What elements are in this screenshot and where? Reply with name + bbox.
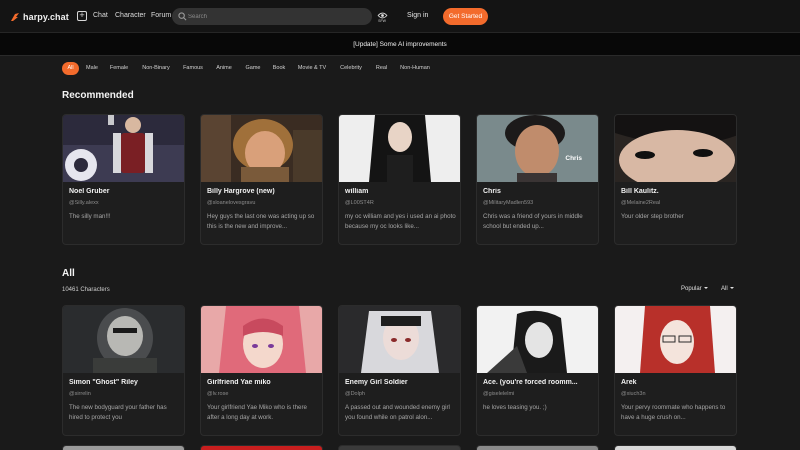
get-started-button[interactable]: Get Started — [443, 8, 488, 25]
creator-handle[interactable]: @Silly.alexx — [69, 200, 99, 206]
character-card[interactable]: Ace. (you're forced roomm... @giselelelm… — [476, 305, 599, 436]
character-avatar — [477, 306, 598, 373]
character-name: Ace. (you're forced roomm... — [483, 379, 578, 386]
creator-handle[interactable]: @xiuch3n — [621, 391, 646, 397]
character-description: A passed out and wounded enemy girl you … — [345, 404, 450, 421]
creator-handle[interactable]: @L00ST4R — [345, 200, 374, 206]
filter-chip-female[interactable]: Female — [106, 62, 132, 75]
character-avatar — [477, 115, 598, 182]
character-avatar — [339, 306, 460, 373]
search-icon — [178, 12, 187, 21]
character-description: The new bodyguard your father has hired … — [69, 404, 167, 421]
chevron-down-icon — [703, 287, 708, 290]
site-logo[interactable]: harpy.chat — [10, 10, 69, 24]
character-description: The silly man!!! — [69, 213, 111, 220]
creator-handle[interactable]: @Dolph — [345, 391, 365, 397]
character-card[interactable] — [338, 445, 461, 450]
nav-link-character[interactable]: Character — [115, 12, 146, 19]
sign-in-link[interactable]: Sign in — [407, 12, 428, 19]
creator-handle[interactable]: @sirrelin — [69, 391, 91, 397]
rating-filter-dropdown[interactable]: All — [721, 286, 734, 292]
recommended-card[interactable]: Billy Hargrove (new) @sloanelovesgravu H… — [200, 114, 323, 245]
character-card[interactable] — [476, 445, 599, 450]
character-description: my oc william and yes i used an ai photo… — [345, 213, 456, 230]
character-description: Your older step brother — [621, 213, 684, 220]
announcement-banner[interactable]: [Update] Some AI improvements — [0, 33, 800, 56]
character-avatar — [615, 306, 736, 373]
filter-chip-anime[interactable]: Anime — [212, 62, 236, 75]
character-description: Your girlfriend Yae Miko who is there af… — [207, 404, 307, 421]
character-card[interactable]: Girlfriend Yae miko @lv.rose Your girlfr… — [200, 305, 323, 436]
filter-chip-all[interactable]: All — [62, 62, 79, 75]
recommended-card[interactable]: william @L00ST4R my oc william and yes i… — [338, 114, 461, 245]
character-name: Arek — [621, 379, 637, 386]
filter-chip-book[interactable]: Book — [269, 62, 289, 75]
character-card[interactable] — [614, 445, 737, 450]
character-description: Your pervy roommate who happens to have … — [621, 404, 726, 421]
logo-text: harpy.chat — [23, 12, 69, 22]
character-card[interactable] — [62, 445, 185, 450]
rating-filter-label: All — [721, 286, 728, 292]
filter-chip-non-binary[interactable]: Non-Binary — [139, 62, 173, 75]
character-card[interactable]: Arek @xiuch3n Your pervy roommate who ha… — [614, 305, 737, 436]
character-description: Chris was a friend of yours in middle sc… — [483, 213, 583, 230]
character-description: Hey guys the last one was acting up so t… — [207, 213, 315, 230]
nav-link-forum[interactable]: Forum — [151, 12, 171, 19]
creator-handle[interactable]: @giselelelmi — [483, 391, 514, 397]
character-name: Billy Hargrove (new) — [207, 188, 275, 195]
character-name: Chris — [483, 188, 501, 195]
nsfw-label: SFW — [378, 19, 386, 23]
character-name: Simon "Ghost" Riley — [69, 379, 138, 386]
character-card[interactable]: Simon "Ghost" Riley @sirrelin The new bo… — [62, 305, 185, 436]
eye-icon — [377, 12, 387, 19]
image-caption: Chris — [565, 155, 582, 162]
character-avatar — [201, 306, 322, 373]
top-navbar: harpy.chat + Chat Character Forum SFW Si… — [0, 0, 800, 33]
character-count: 10461 Characters — [62, 287, 110, 293]
character-name: Girlfriend Yae miko — [207, 379, 271, 386]
character-card[interactable] — [200, 445, 323, 450]
search-input[interactable] — [188, 11, 363, 22]
sort-label: Popular — [681, 286, 702, 292]
filter-chip-famous[interactable]: Famous — [181, 62, 205, 75]
recommended-card[interactable]: Chris Chris @MilitaryMadlen593 Chris was… — [476, 114, 599, 245]
all-heading: All — [62, 268, 75, 279]
character-avatar — [63, 306, 184, 373]
character-avatar — [63, 115, 184, 182]
filter-chip-celebrity[interactable]: Celebrity — [337, 62, 365, 75]
harpy-logo-icon — [11, 13, 19, 21]
creator-handle[interactable]: @lv.rose — [207, 391, 228, 397]
filter-chip-male[interactable]: Male — [82, 62, 102, 75]
character-name: Bill Kaulitz. — [621, 188, 659, 195]
nsfw-toggle[interactable]: SFW — [375, 12, 389, 26]
recommended-card[interactable]: Noel Gruber @Silly.alexx The silly man!!… — [62, 114, 185, 245]
filter-chip-movie-tv[interactable]: Movie & TV — [295, 62, 329, 75]
filter-chip-game[interactable]: Game — [242, 62, 264, 75]
character-name: william — [345, 188, 369, 195]
character-card[interactable]: Enemy Girl Soldier @Dolph A passed out a… — [338, 305, 461, 436]
filter-chip-real[interactable]: Real — [373, 62, 390, 75]
recommended-heading: Recommended — [62, 90, 134, 101]
creator-handle[interactable]: @sloanelovesgravu — [207, 200, 255, 206]
character-avatar — [201, 115, 322, 182]
creator-handle[interactable]: @Melaine2Real — [621, 200, 660, 206]
character-name: Noel Gruber — [69, 188, 110, 195]
character-avatar — [339, 115, 460, 182]
chevron-down-icon — [729, 287, 734, 290]
creator-handle[interactable]: @MilitaryMadlen593 — [483, 200, 533, 206]
filter-chip-non-human[interactable]: Non-Human — [397, 62, 433, 75]
character-description: he loves teasing you. ;) — [483, 404, 547, 411]
sort-dropdown[interactable]: Popular — [681, 286, 708, 292]
nav-link-chat[interactable]: Chat — [93, 12, 108, 19]
character-name: Enemy Girl Soldier — [345, 379, 408, 386]
search-bar[interactable] — [172, 8, 372, 25]
character-avatar — [615, 115, 736, 182]
recommended-card[interactable]: Bill Kaulitz. @Melaine2Real Your older s… — [614, 114, 737, 245]
plus-square-icon[interactable]: + — [77, 11, 87, 21]
